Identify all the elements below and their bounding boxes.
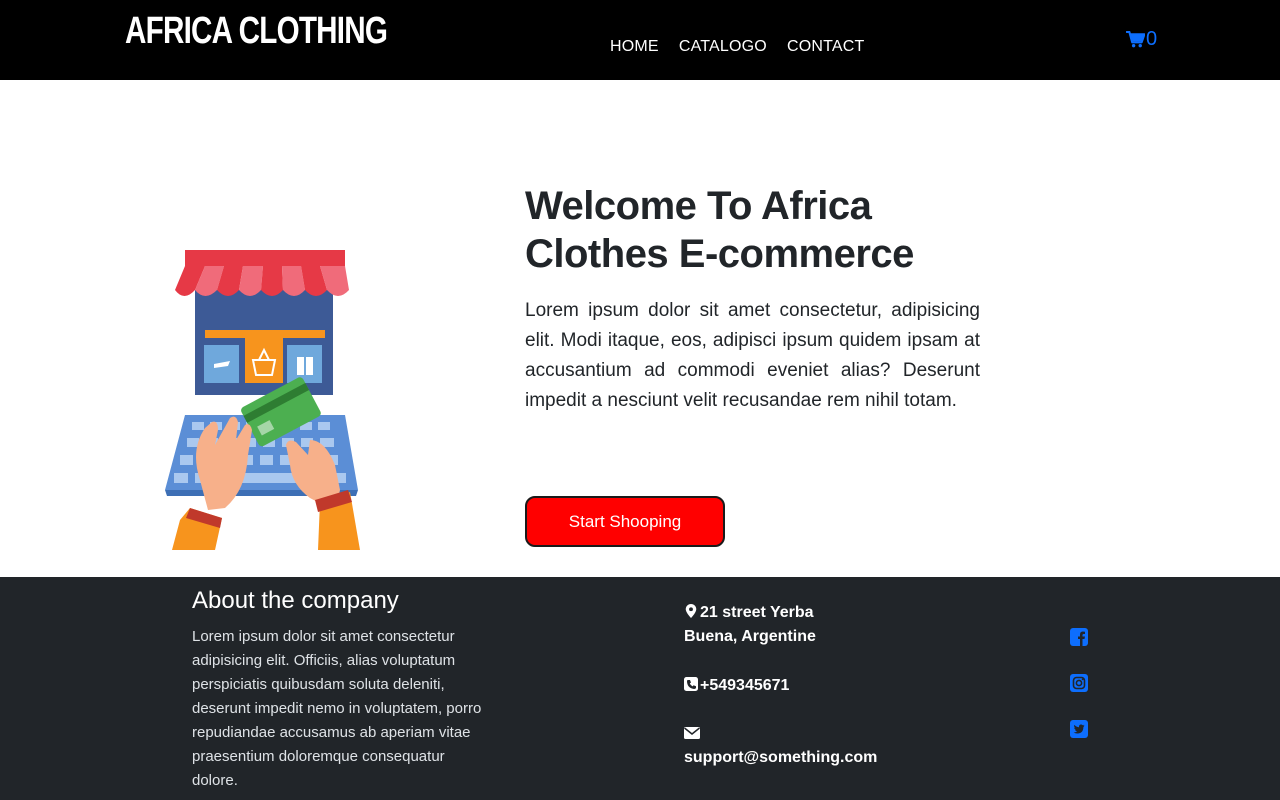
cart-count: 0 [1146,28,1158,50]
brand-logo[interactable]: AFRICA CLOTHING [125,10,388,53]
nav-link-home[interactable]: HOME [610,38,659,56]
address-text: 21 street Yerba Buena, Argentine [684,604,816,645]
phone-icon [684,677,698,691]
storefront-illustration [160,240,370,550]
about-text: Lorem ipsum dolor sit amet consectetur a… [192,628,482,789]
navbar: AFRICA CLOTHING HOME CATALOGO CONTACT 0 [0,0,1280,80]
nav-link-contact[interactable]: CONTACT [787,38,865,56]
contact-phone: +549345671 [684,674,789,698]
nav-link-catalogo[interactable]: CATALOGO [679,38,767,56]
phone-text: +549345671 [700,677,790,694]
contact-email: support@something.com [684,722,877,770]
cart-button[interactable]: 0 [1126,28,1157,51]
hero-title: Welcome To Africa Clothes E-commerce [525,184,914,276]
hero-description: Lorem ipsum dolor sit amet consectetur, … [525,300,980,411]
footer: About the company Lorem ipsum dolor sit … [0,577,1280,800]
email-text: support@something.com [684,749,878,766]
twitter-icon[interactable] [1070,720,1088,738]
facebook-icon[interactable] [1070,628,1088,646]
nav-links: HOME CATALOGO CONTACT [600,38,875,56]
start-shopping-button[interactable]: Start Shooping [525,496,725,547]
about-title: About the company [192,587,399,614]
envelope-icon [684,727,700,739]
instagram-icon[interactable] [1070,674,1088,692]
contact-address: 21 street Yerba Buena, Argentine [684,601,854,649]
shopping-cart-icon [1126,31,1145,48]
map-marker-icon [685,604,697,618]
